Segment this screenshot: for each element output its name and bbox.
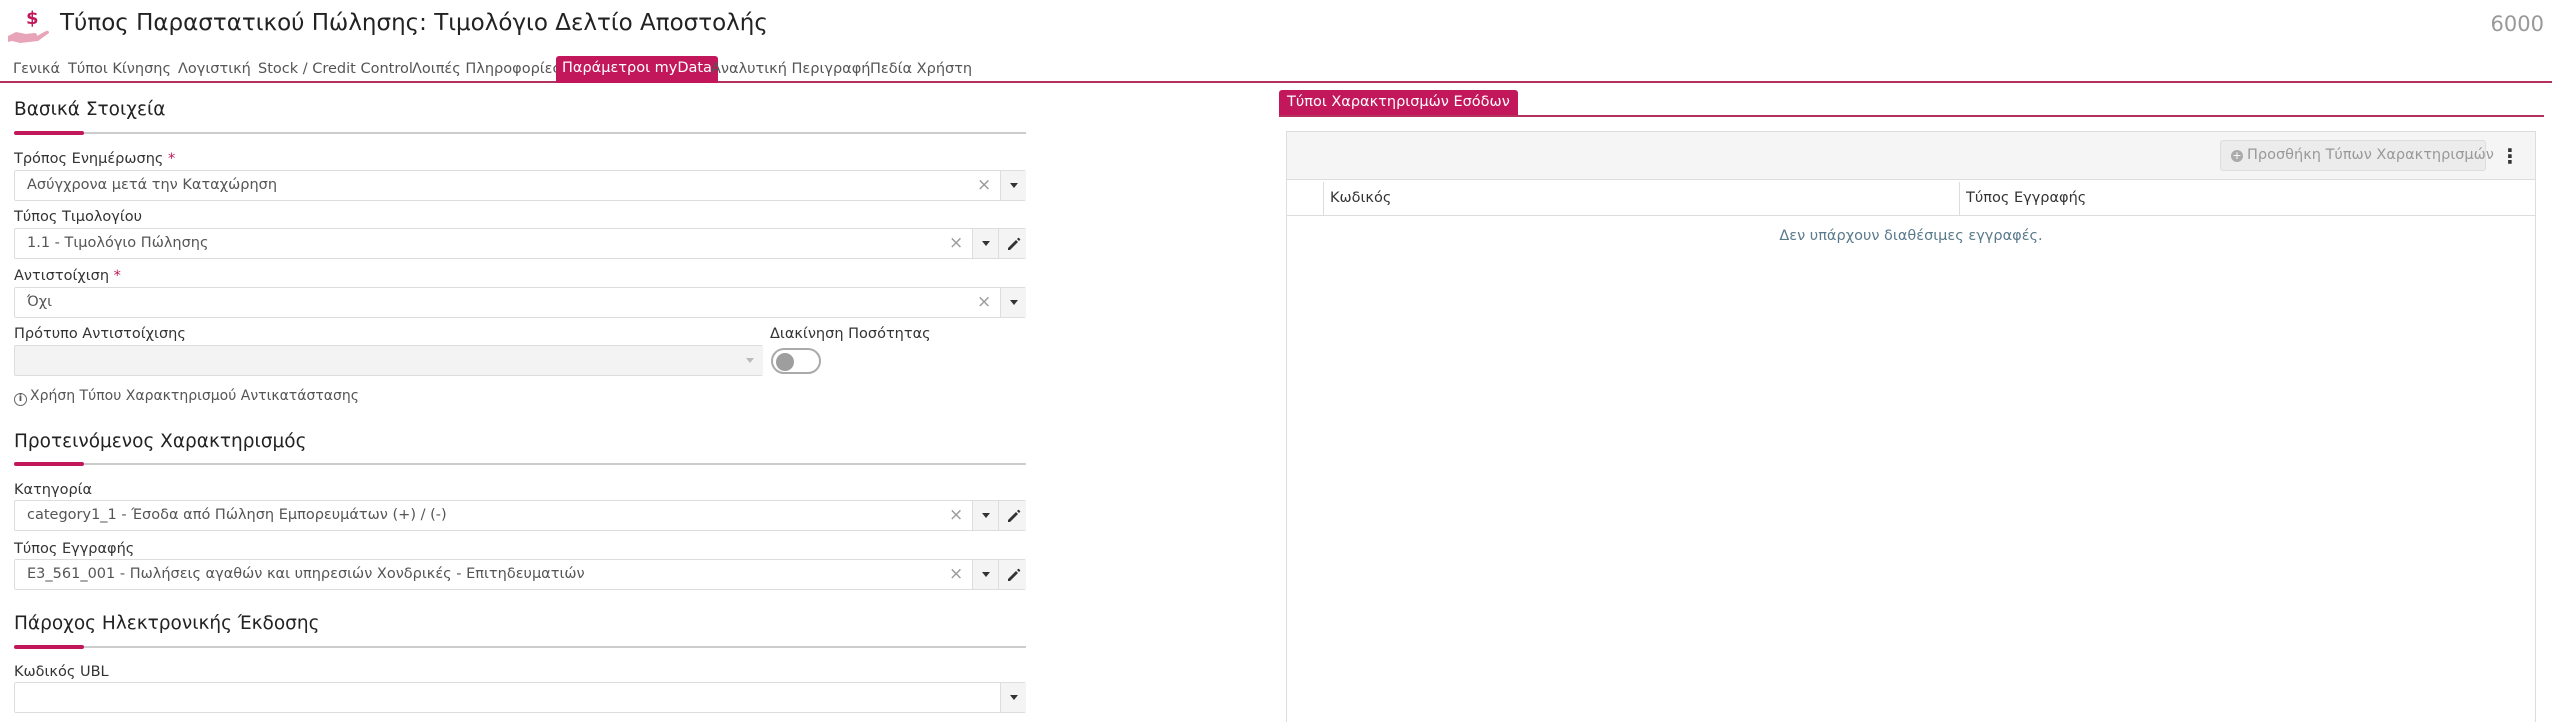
update-mode-label: Τρόπος Ενημέρωσης * [14,151,176,167]
chevron-down-icon[interactable] [1000,171,1026,200]
matching-template-label: Πρότυπο Αντιστοίχισης [14,326,186,342]
matching-value: Όχι [27,294,53,310]
chevron-down-icon[interactable] [972,560,998,589]
update-mode-select[interactable]: Ασύγχρονα μετά την Καταχώρηση × [14,170,1026,201]
clear-icon[interactable]: × [977,292,991,312]
chevron-down-icon[interactable] [737,346,763,375]
ubl-code-label: Κωδικός UBL [14,664,109,680]
section-divider [14,645,1026,649]
tab-general[interactable]: Γενικά [7,58,66,80]
section-divider [14,462,1026,466]
info-icon: i [14,393,27,406]
grid-header: Κωδικός Τύπος Εγγραφής [1287,182,2535,216]
section-title-suggested: Προτεινόμενος Χαρακτηρισμός [14,431,307,452]
matching-template-select[interactable] [14,345,763,376]
invoice-type-value: 1.1 - Τιμολόγιο Πώλησης [27,235,209,251]
category-select[interactable]: category1_1 - Έσοδα από Πώληση Εμπορευμά… [14,500,1026,531]
chevron-down-icon[interactable] [972,229,998,258]
tab-movement-types[interactable]: Τύποι Κίνησης [62,58,177,80]
tab-other-info[interactable]: Λοιπές Πληροφορίες [406,58,567,80]
quantity-movement-toggle[interactable] [771,348,821,374]
record-code: 6000 [2490,12,2544,36]
page-title: Τύπος Παραστατικού Πώλησης: Τιμολόγιο Δε… [60,10,768,36]
tab-mydata-parameters[interactable]: Παράμετροι myData [556,56,718,83]
hand-money-icon: $ [8,8,49,43]
grid-toolbar: + Προσθήκη Τύπων Χαρακτηρισμών ⋮ [1287,132,2535,180]
panel-tab-divider [1279,115,2544,117]
replacement-info: i Χρήση Τύπου Χαρακτηρισμού Αντικατάσταση… [14,388,359,406]
matching-label: Αντιστοίχιση * [14,268,121,284]
kebab-menu-icon[interactable]: ⋮ [2499,142,2521,170]
plus-circle-icon: + [2231,149,2243,162]
edit-icon[interactable] [998,501,1026,530]
add-characterization-types-button[interactable]: + Προσθήκη Τύπων Χαρακτηρισμών [2220,140,2494,171]
section-title-basic: Βασικά Στοιχεία [14,99,166,120]
section-title-provider: Πάροχος Ηλεκτρονικής Έκδοσης [14,613,320,634]
edit-icon[interactable] [998,229,1026,258]
tab-bar: Γενικά Τύποι Κίνησης Λογιστική Stock / C… [0,56,2552,83]
tab-user-fields[interactable]: Πεδία Χρήστη [864,58,978,80]
tab-accounting[interactable]: Λογιστική [172,58,257,80]
matching-select[interactable]: Όχι × [14,287,1026,318]
tab-detailed-description[interactable]: Αναλυτική Περιγραφή [705,58,876,80]
characterization-grid: + Προσθήκη Τύπων Χαρακτηρισμών ⋮ Κωδικός … [1286,131,2536,722]
record-type-value: E3_561_001 - Πωλήσεις αγαθών και υπηρεσι… [27,566,585,582]
empty-state-message: Δεν υπάρχουν διαθέσιμες εγγραφές. [1779,228,2043,244]
update-mode-value: Ασύγχρονα μετά την Καταχώρηση [27,177,278,193]
record-type-label: Τύπος Εγγραφής [14,541,135,557]
page-header: $ Τύπος Παραστατικού Πώλησης: Τιμολόγιο … [0,0,2552,52]
record-type-select[interactable]: E3_561_001 - Πωλήσεις αγαθών και υπηρεσι… [14,559,1026,590]
tab-stock-credit-control[interactable]: Stock / Credit Control [252,58,419,80]
section-divider [14,131,1026,135]
ubl-code-select[interactable] [14,682,1026,713]
column-header-record-type[interactable]: Τύπος Εγγραφής [1959,182,2552,216]
select-column-header[interactable] [1287,182,1323,216]
category-label: Κατηγορία [14,482,93,498]
invoice-type-label: Τύπος Τιμολογίου [14,209,143,225]
edit-icon[interactable] [998,560,1026,589]
svg-text:$: $ [26,8,39,29]
invoice-type-select[interactable]: 1.1 - Τιμολόγιο Πώλησης × [14,228,1026,259]
clear-icon[interactable]: × [949,505,963,525]
clear-icon[interactable]: × [949,564,963,584]
tab-income-characterization-types[interactable]: Τύποι Χαρακτηρισμών Εσόδων [1279,90,1518,116]
quantity-movement-label: Διακίνηση Ποσότητας [770,326,931,342]
column-header-code[interactable]: Κωδικός [1323,182,1959,216]
clear-icon[interactable]: × [949,233,963,253]
chevron-down-icon[interactable] [972,501,998,530]
chevron-down-icon[interactable] [1000,683,1026,712]
chevron-down-icon[interactable] [1000,288,1026,317]
category-value: category1_1 - Έσοδα από Πώληση Εμπορευμά… [27,507,447,523]
clear-icon[interactable]: × [977,175,991,195]
